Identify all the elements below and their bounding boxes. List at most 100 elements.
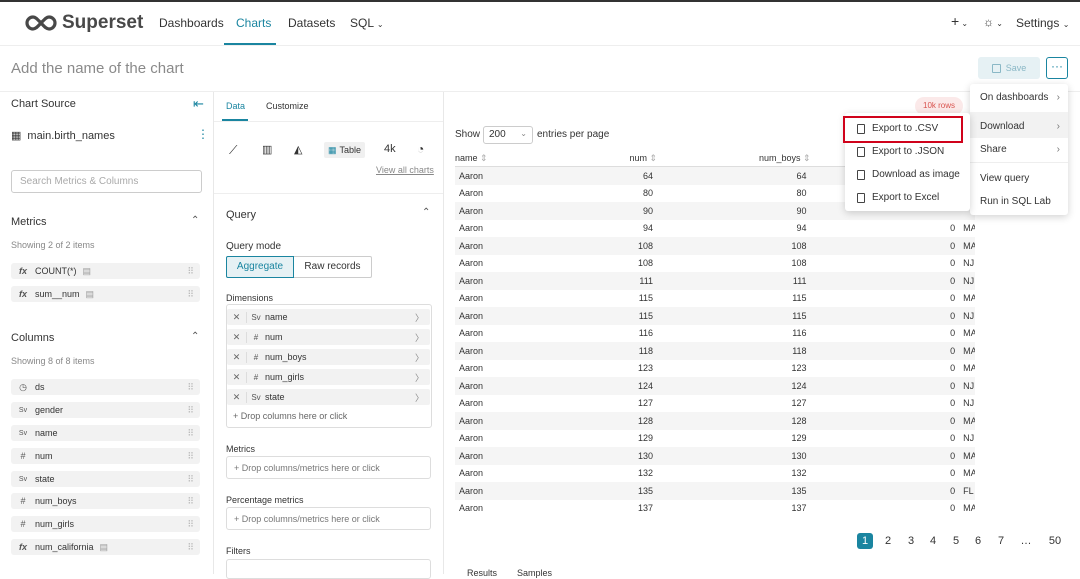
- menu-download[interactable]: Download ›: [980, 121, 1060, 132]
- bar-chart-icon[interactable]: ▥: [262, 143, 272, 156]
- drag-handle-icon[interactable]: ⠿: [187, 451, 194, 462]
- page-7[interactable]: 7: [993, 533, 1009, 549]
- dimension-item[interactable]: ✕ Sv state 〉: [227, 389, 430, 405]
- metrics-drop-zone[interactable]: + Drop columns/metrics here or click: [226, 456, 431, 479]
- page-1[interactable]: 1: [857, 533, 873, 549]
- table-cell: 124: [638, 380, 654, 391]
- dimension-item[interactable]: ✕ # num 〉: [227, 329, 430, 345]
- menu-share[interactable]: Share ›: [980, 144, 1060, 155]
- menu-run-in-sql-lab[interactable]: Run in SQL Lab: [980, 196, 1060, 207]
- filters-box[interactable]: [226, 559, 431, 579]
- remove-icon[interactable]: ✕: [227, 331, 247, 343]
- area-chart-icon[interactable]: ◭: [294, 143, 302, 156]
- page-size-value: 200: [489, 129, 506, 140]
- drag-handle-icon[interactable]: ⠿: [187, 428, 194, 439]
- raw-records-mode-button[interactable]: Raw records: [294, 256, 372, 278]
- table-cell: Aaron: [459, 258, 484, 269]
- nav-sql[interactable]: SQL ⌄: [350, 16, 384, 30]
- remove-icon[interactable]: ✕: [227, 351, 247, 363]
- column-header-name[interactable]: name ⇕: [455, 153, 562, 164]
- superset-logo[interactable]: Superset: [24, 12, 143, 34]
- page-4[interactable]: 4: [925, 533, 941, 549]
- column-item[interactable]: Sv name ⠿: [11, 425, 200, 441]
- nav-dashboards[interactable]: Dashboards: [159, 16, 224, 30]
- table-cell: 116: [638, 328, 654, 339]
- dataset-selector[interactable]: ▦ main.birth_names: [11, 129, 115, 143]
- add-new-button[interactable]: + ⌄: [951, 13, 968, 29]
- dimension-item[interactable]: ✕ # num_girls 〉: [227, 369, 430, 385]
- metric-item[interactable]: fx sum__num ▤ ⠿: [11, 286, 200, 302]
- column-item[interactable]: fx num_california ▤ ⠿: [11, 539, 200, 555]
- view-all-charts-link[interactable]: View all charts: [376, 165, 434, 175]
- theme-toggle[interactable]: ☼ ⌄: [983, 15, 1003, 29]
- tab-customize[interactable]: Customize: [266, 101, 309, 111]
- page-2[interactable]: 2: [880, 533, 896, 549]
- tab-results[interactable]: Results: [467, 568, 497, 578]
- settings-menu[interactable]: Settings ⌄: [1016, 16, 1069, 30]
- page-6[interactable]: 6: [970, 533, 986, 549]
- page-50[interactable]: 50: [1045, 533, 1065, 549]
- page-3[interactable]: 3: [903, 533, 919, 549]
- percentage-metrics-drop-zone[interactable]: + Drop columns/metrics here or click: [226, 507, 431, 530]
- save-button[interactable]: Save: [978, 57, 1040, 79]
- pie-chart-icon[interactable]: ◔: [417, 142, 424, 156]
- page-size-select[interactable]: 200 ⌄: [483, 126, 533, 144]
- metrics-section-title: Metrics: [11, 216, 47, 228]
- download-image-item[interactable]: Download as image: [857, 169, 960, 180]
- column-item[interactable]: ◷ ds ⠿: [11, 379, 200, 395]
- table-cell: Aaron: [459, 485, 484, 496]
- drop-columns-zone[interactable]: + Drop columns here or click: [233, 411, 347, 421]
- function-icon: fx: [18, 289, 27, 299]
- column-header-num[interactable]: num ⇕: [562, 153, 657, 164]
- chevron-up-icon[interactable]: ⌃: [422, 207, 430, 218]
- export-excel-item[interactable]: Export to Excel: [857, 192, 939, 203]
- dataset-name: main.birth_names: [27, 129, 115, 142]
- search-metrics-input[interactable]: Search Metrics & Columns: [11, 170, 202, 193]
- tab-samples[interactable]: Samples: [517, 568, 552, 578]
- string-type-icon: Sv: [18, 475, 28, 483]
- column-item[interactable]: Sv state ⠿: [11, 471, 200, 487]
- collapse-panel-icon[interactable]: ⇤: [193, 96, 204, 112]
- export-json-item[interactable]: Export to .JSON: [857, 146, 944, 157]
- menu-view-query[interactable]: View query: [980, 173, 1060, 184]
- tab-data[interactable]: Data: [226, 101, 245, 111]
- drag-handle-icon[interactable]: ⠿: [187, 519, 194, 530]
- dimensions-title: Dimensions: [226, 293, 274, 303]
- column-item[interactable]: # num_girls ⠿: [11, 516, 200, 532]
- remove-icon[interactable]: ✕: [227, 311, 247, 323]
- nav-datasets[interactable]: Datasets: [288, 16, 335, 30]
- more-actions-button[interactable]: ···: [1046, 57, 1068, 79]
- metric-item[interactable]: fx COUNT(*) ▤ ⠿: [11, 263, 200, 279]
- column-header-num-boys[interactable]: num_boys ⇕: [657, 153, 811, 164]
- chevron-up-icon[interactable]: ⌃: [191, 215, 199, 226]
- page-5[interactable]: 5: [948, 533, 964, 549]
- drag-handle-icon[interactable]: ⠿: [187, 289, 194, 300]
- chevron-up-icon[interactable]: ⌃: [191, 331, 199, 342]
- line-chart-icon[interactable]: ⟋: [229, 143, 237, 158]
- table-cell: 123: [791, 363, 807, 374]
- dimension-item[interactable]: ✕ Sv name 〉: [227, 309, 430, 325]
- aggregate-mode-button[interactable]: Aggregate: [226, 256, 294, 278]
- nav-charts[interactable]: Charts: [236, 16, 271, 30]
- dimension-item[interactable]: ✕ # num_boys 〉: [227, 349, 430, 365]
- table-cell: MA: [963, 415, 975, 426]
- menu-on-dashboards[interactable]: On dashboards ›: [980, 92, 1060, 103]
- big-number-chart-option[interactable]: 4k: [384, 143, 396, 155]
- table-cell: 80: [796, 188, 807, 199]
- column-item[interactable]: # num_boys ⠿: [11, 493, 200, 509]
- remove-icon[interactable]: ✕: [227, 391, 247, 403]
- drag-handle-icon[interactable]: ⠿: [187, 542, 194, 553]
- column-item[interactable]: # num ⠿: [11, 448, 200, 464]
- table-chart-option[interactable]: ▦ Table: [324, 142, 366, 158]
- remove-icon[interactable]: ✕: [227, 371, 247, 383]
- drag-handle-icon[interactable]: ⠿: [187, 405, 194, 416]
- drag-handle-icon[interactable]: ⠿: [187, 266, 194, 277]
- column-item[interactable]: Sv gender ⠿: [11, 402, 200, 418]
- dataset-options-icon[interactable]: ⋮: [197, 127, 209, 141]
- image-file-icon: [857, 169, 865, 180]
- drag-handle-icon[interactable]: ⠿: [187, 474, 194, 485]
- chart-title-input[interactable]: Add the name of the chart: [11, 60, 184, 77]
- table-cell: 0: [950, 503, 956, 514]
- drag-handle-icon[interactable]: ⠿: [187, 382, 194, 393]
- drag-handle-icon[interactable]: ⠿: [187, 496, 194, 507]
